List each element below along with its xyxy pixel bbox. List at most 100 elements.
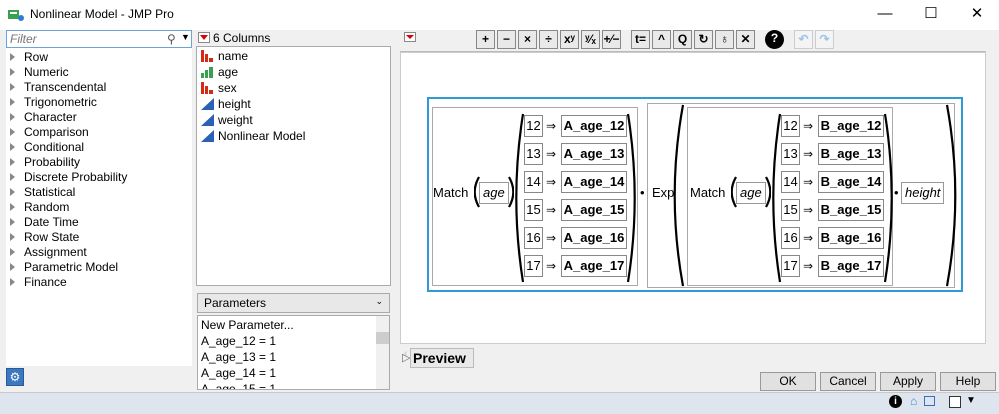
parameters-scrollbar[interactable]: [376, 316, 389, 389]
selection-color-box[interactable]: [949, 396, 961, 408]
divide-icon[interactable]: ÷: [539, 30, 558, 49]
undo-icon[interactable]: ↶: [794, 30, 813, 49]
redo-icon[interactable]: ↷: [815, 30, 834, 49]
parameter-item[interactable]: New Parameter...: [201, 317, 294, 333]
category-item[interactable]: Numeric: [6, 65, 69, 80]
match-key[interactable]: 12: [781, 115, 800, 137]
exp-function-label: Exp: [652, 185, 675, 200]
column-name: weight: [218, 113, 253, 127]
category-item[interactable]: Statistical: [6, 185, 75, 200]
parameter-item[interactable]: A_age_12 = 1: [201, 333, 276, 349]
apply-recursion-icon[interactable]: ↻: [694, 30, 713, 49]
parameter-a[interactable]: A_age_17: [561, 255, 627, 277]
horizontal-scrollbar[interactable]: ‹: [400, 345, 986, 360]
match-key[interactable]: 17: [781, 255, 800, 277]
filter-dropdown-icon[interactable]: ▼: [181, 32, 190, 42]
delete-icon[interactable]: ✕: [736, 30, 755, 49]
red-triangle-menu-icon[interactable]: [198, 32, 210, 43]
jmp-app-icon: [8, 10, 24, 21]
preview-outline-header[interactable]: Preview: [410, 348, 474, 368]
assign-icon[interactable]: t=: [631, 30, 650, 49]
height-variable[interactable]: height: [901, 182, 945, 204]
category-item[interactable]: Random: [6, 200, 69, 215]
parameter-a[interactable]: A_age_12: [561, 115, 627, 137]
close-button[interactable]: ✕: [954, 0, 999, 30]
category-item[interactable]: Row State: [6, 230, 79, 245]
dropdown-arrow-icon[interactable]: ▼: [966, 395, 976, 406]
match-key[interactable]: 15: [781, 199, 800, 221]
column-item[interactable]: sex: [201, 80, 237, 102]
column-item[interactable]: height: [201, 96, 251, 112]
match-variable-b[interactable]: age: [736, 182, 766, 204]
category-item[interactable]: Probability: [6, 155, 80, 170]
parameter-b[interactable]: B_age_14: [818, 171, 884, 193]
column-item[interactable]: weight: [201, 112, 253, 128]
match-function-label: Match: [690, 185, 726, 200]
match-key[interactable]: 13: [781, 143, 800, 165]
category-item[interactable]: Row: [6, 50, 48, 65]
match-variable-a[interactable]: age: [479, 182, 509, 204]
parameter-b[interactable]: B_age_15: [818, 199, 884, 221]
multiply-icon[interactable]: ×: [518, 30, 537, 49]
parameter-item[interactable]: A_age_14 = 1: [201, 365, 276, 381]
ok-button[interactable]: OK: [760, 372, 816, 391]
match-key[interactable]: 14: [524, 171, 543, 193]
category-item[interactable]: Discrete Probability: [6, 170, 127, 185]
formula-red-triangle-menu-icon[interactable]: [404, 32, 416, 42]
filter-input[interactable]: [7, 31, 167, 47]
match-key[interactable]: 17: [524, 255, 543, 277]
category-item[interactable]: Transcendental: [6, 80, 106, 95]
parameter-a[interactable]: A_age_13: [561, 143, 627, 165]
parameter-a[interactable]: A_age_14: [561, 171, 627, 193]
category-item[interactable]: Character: [6, 110, 77, 125]
column-name: age: [218, 65, 239, 79]
match-key[interactable]: 13: [524, 143, 543, 165]
column-item[interactable]: age: [201, 64, 239, 85]
small-close-paren-icon: [765, 176, 771, 208]
root-icon[interactable]: ʸ⁄ₓ: [581, 30, 600, 49]
category-item[interactable]: Parametric Model: [6, 260, 118, 275]
add-icon[interactable]: +: [476, 30, 495, 49]
cancel-button[interactable]: Cancel: [820, 372, 876, 391]
column-type-nominal-icon: [201, 50, 214, 70]
peel-icon[interactable]: ^: [652, 30, 671, 49]
category-item[interactable]: Trigonometric: [6, 95, 97, 110]
settings-gear-icon[interactable]: ⚙: [6, 368, 24, 386]
match-key[interactable]: 16: [781, 227, 800, 249]
window-list-icon[interactable]: [924, 396, 935, 406]
category-item[interactable]: Date Time: [6, 215, 79, 230]
subtract-icon[interactable]: −: [497, 30, 516, 49]
category-item[interactable]: Finance: [6, 275, 67, 290]
match-key[interactable]: 15: [524, 199, 543, 221]
minimize-button[interactable]: —: [862, 0, 908, 30]
help-icon[interactable]: ?: [765, 30, 784, 49]
parameters-dropdown[interactable]: Parameters ⌄: [197, 293, 390, 313]
category-item[interactable]: Assignment: [6, 245, 87, 260]
match-key[interactable]: 12: [524, 115, 543, 137]
parameter-b[interactable]: B_age_12: [818, 115, 884, 137]
maximize-button[interactable]: ☐: [908, 0, 954, 30]
column-item[interactable]: name: [201, 48, 248, 70]
parameter-b[interactable]: B_age_16: [818, 227, 884, 249]
match-key[interactable]: 16: [524, 227, 543, 249]
apply-button[interactable]: Apply: [880, 372, 936, 391]
column-item[interactable]: Nonlinear Model: [201, 128, 305, 144]
parameter-a[interactable]: A_age_15: [561, 199, 627, 221]
parameter-a[interactable]: A_age_16: [561, 227, 627, 249]
info-icon[interactable]: i: [889, 395, 902, 408]
parameter-item[interactable]: A_age_15 = 1: [201, 381, 276, 389]
power-icon[interactable]: xʸ: [560, 30, 579, 49]
local-icon[interactable]: Q: [673, 30, 692, 49]
category-item[interactable]: Conditional: [6, 140, 84, 155]
parameter-item[interactable]: A_age_13 = 1: [201, 349, 276, 365]
match-key[interactable]: 14: [781, 171, 800, 193]
category-item[interactable]: Comparison: [6, 125, 89, 140]
home-icon[interactable]: ⌂: [910, 394, 917, 408]
plus-minus-icon[interactable]: +⁄−: [602, 30, 621, 49]
parameter-b[interactable]: B_age_13: [818, 143, 884, 165]
parameter-b[interactable]: B_age_17: [818, 255, 884, 277]
function-icon[interactable]: ♁: [715, 30, 734, 49]
search-icon: ⚲: [167, 32, 176, 46]
help-button[interactable]: Help: [940, 372, 996, 391]
columns-header: 6 Columns: [213, 31, 271, 45]
